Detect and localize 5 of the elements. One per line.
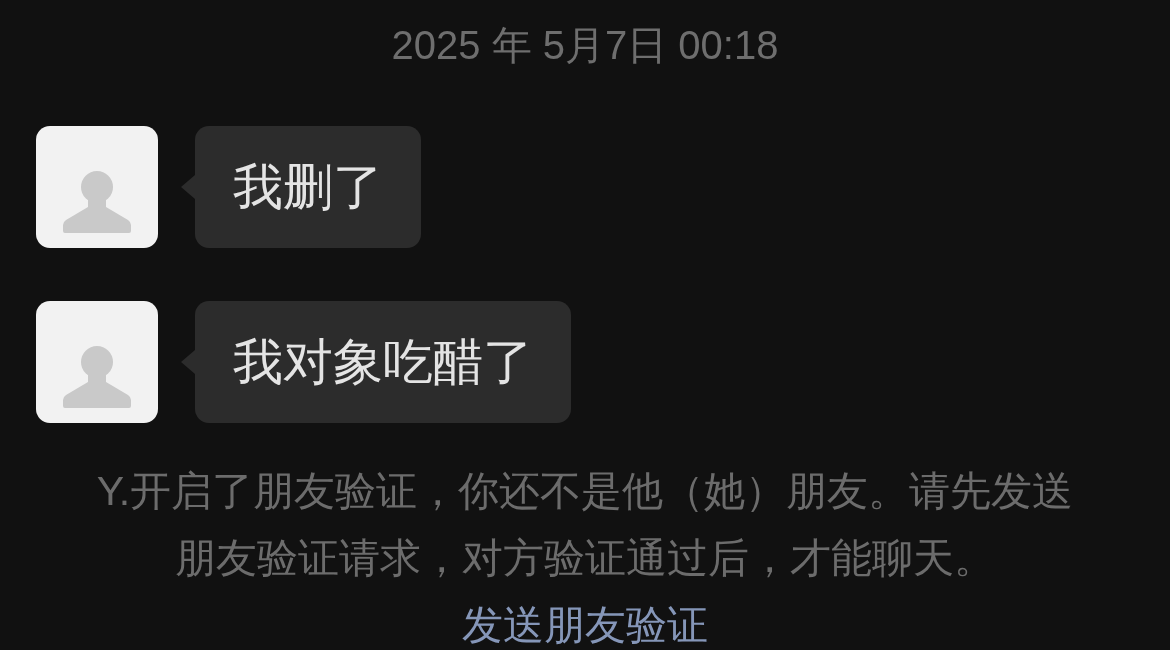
system-notice: Y.开启了朋友验证，你还不是他（她）朋友。请先发送朋友验证请求，对方验证通过后，才能聊天。 发送朋友验证 [95,467,1075,650]
send-verification-link[interactable]: 发送朋友验证 [462,602,708,648]
avatar-icon [36,126,158,248]
avatar-icon [36,301,158,423]
timestamp: 2025 年 5月7日 00:18 [391,22,779,68]
